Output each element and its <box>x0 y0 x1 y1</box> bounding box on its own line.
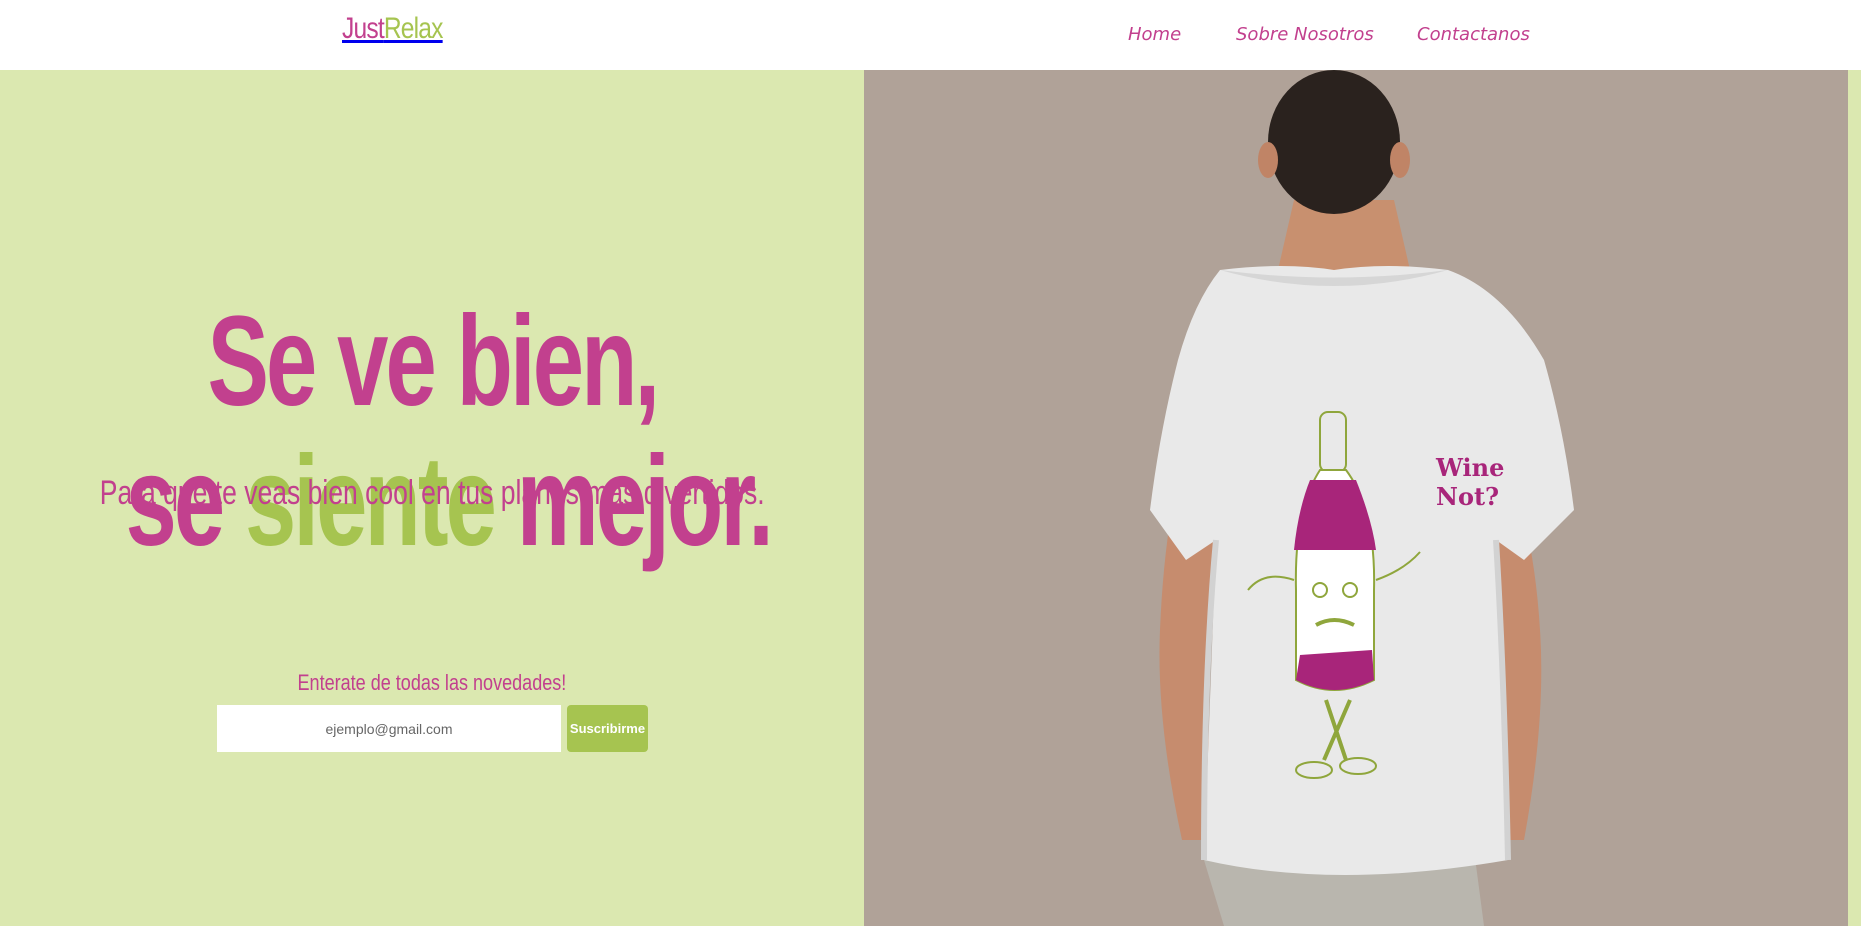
right-edge-strip <box>1848 70 1861 926</box>
top-navbar: JustRelax Home Sobre Nosotros Contactano… <box>0 0 1861 70</box>
shirt-print-line1: Wine <box>1436 453 1505 482</box>
nav-link-sobre-nosotros[interactable]: Sobre Nosotros <box>1236 24 1374 45</box>
newsletter-title: Enterate de todas las novedades! <box>297 670 567 695</box>
nav-link-home[interactable]: Home <box>1128 24 1181 45</box>
hero-image-panel <box>864 70 1848 926</box>
brand-logo-relax: Relax <box>383 12 444 45</box>
model-tshirt-photo <box>1150 70 1574 926</box>
subscribe-button[interactable]: Suscribirme <box>567 705 648 752</box>
nav-link-contactanos[interactable]: Contactanos <box>1417 24 1530 45</box>
hero-headline-line1: Se ve bien, <box>207 289 660 433</box>
shirt-print-line2: Not? <box>1436 481 1500 511</box>
brand-logo-just: Just <box>342 12 385 45</box>
brand-logo[interactable]: JustRelax <box>342 12 443 46</box>
hero-tagline: Para que te veas bien cool en tus planes… <box>99 474 765 512</box>
shirt-print-text: Wine Not? <box>1436 453 1505 512</box>
newsletter-email-input[interactable] <box>217 705 561 752</box>
